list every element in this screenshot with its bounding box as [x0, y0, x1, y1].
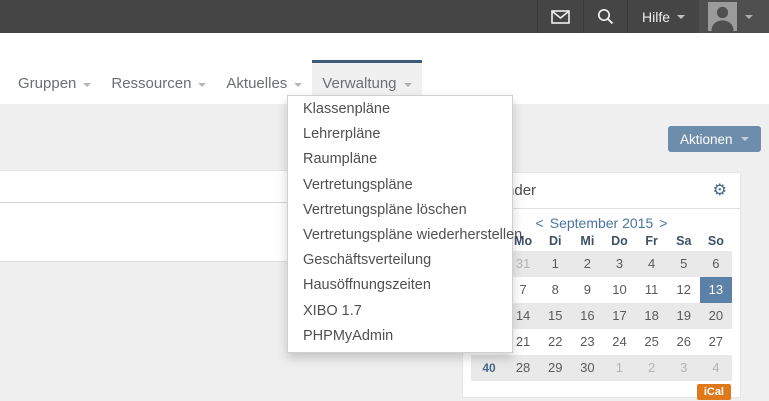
- gear-icon[interactable]: ⚙: [713, 183, 727, 199]
- calendar-day-cell[interactable]: 11: [636, 277, 668, 303]
- help-menu[interactable]: Hilfe: [628, 0, 699, 33]
- day-header: So: [700, 233, 732, 249]
- calendar-day-cell[interactable]: 25: [636, 329, 668, 355]
- calendar-day-cell[interactable]: 28: [507, 355, 539, 381]
- calendar-day-cell[interactable]: 1: [539, 251, 571, 277]
- calendar-day-cell[interactable]: 19: [668, 303, 700, 329]
- calendar-day-cell[interactable]: 13: [700, 277, 732, 303]
- avatar: [708, 2, 737, 31]
- dropdown-menu-item[interactable]: Lehrerpläne: [288, 122, 512, 147]
- dropdown-menu-item[interactable]: PHPMyAdmin: [288, 324, 512, 349]
- search-icon: [597, 8, 614, 25]
- week-number: 40: [471, 361, 507, 375]
- calendar-day-cell[interactable]: 10: [603, 277, 635, 303]
- dropdown-menu-item[interactable]: Vertretungspläne löschen: [288, 198, 512, 223]
- calendar-day-cell[interactable]: 2: [571, 251, 603, 277]
- chevron-down-icon: [198, 83, 206, 87]
- ical-button[interactable]: iCal: [697, 384, 731, 400]
- calendar-day-cell[interactable]: 24: [603, 329, 635, 355]
- mail-button[interactable]: [538, 0, 583, 33]
- search-button[interactable]: [584, 0, 627, 33]
- prev-month-button[interactable]: <: [536, 215, 544, 231]
- chevron-down-icon: [404, 83, 412, 87]
- nav-item-ressourcen[interactable]: Ressourcen: [101, 60, 216, 104]
- calendar-day-cell[interactable]: 16: [571, 303, 603, 329]
- help-label: Hilfe: [642, 9, 670, 25]
- calendar-day-cell[interactable]: 17: [603, 303, 635, 329]
- calendar-day-cell[interactable]: 12: [668, 277, 700, 303]
- chevron-down-icon: [677, 15, 685, 19]
- day-header: Mi: [571, 233, 603, 249]
- month-label: September 2015: [550, 215, 654, 231]
- mail-icon: [551, 10, 570, 24]
- verwaltung-dropdown-menu: KlassenpläneLehrerpläneRaumpläneVertretu…: [287, 95, 513, 353]
- dropdown-menu-item[interactable]: XIBO 1.7: [288, 299, 512, 324]
- day-header: Do: [603, 233, 635, 249]
- day-header: Fr: [636, 233, 668, 249]
- dropdown-menu-item[interactable]: Vertretungspläne: [288, 173, 512, 198]
- day-header: Sa: [668, 233, 700, 249]
- main-nav: Gruppen Ressourcen Aktuelles Verwaltung: [0, 33, 769, 104]
- dropdown-menu-item[interactable]: Hausöffnungszeiten: [288, 273, 512, 298]
- calendar-day-cell[interactable]: 2: [636, 355, 668, 381]
- dropdown-menu-item[interactable]: Vertretungspläne wiederherstellen: [288, 223, 512, 248]
- calendar-day-cell[interactable]: 3: [668, 355, 700, 381]
- calendar-day-cell[interactable]: 18: [636, 303, 668, 329]
- next-month-button[interactable]: >: [659, 215, 667, 231]
- dropdown-menu-item[interactable]: Geschäftsverteilung: [288, 248, 512, 273]
- chevron-down-icon: [745, 15, 753, 19]
- calendar-day-cell[interactable]: 30: [571, 355, 603, 381]
- nav-item-gruppen[interactable]: Gruppen: [8, 60, 101, 104]
- dropdown-menu-item[interactable]: Raumpläne: [288, 147, 512, 172]
- day-header: Di: [539, 233, 571, 249]
- chevron-down-icon: [294, 83, 302, 87]
- calendar-day-cell[interactable]: 23: [571, 329, 603, 355]
- calendar-day-cell[interactable]: 3: [603, 251, 635, 277]
- user-menu[interactable]: [699, 0, 769, 33]
- calendar-day-cell[interactable]: 9: [571, 277, 603, 303]
- calendar-day-cell[interactable]: 4: [636, 251, 668, 277]
- dropdown-menu-item[interactable]: Klassenpläne: [288, 97, 512, 122]
- aktionen-label: Aktionen: [680, 132, 733, 147]
- calendar-week-row: 40 2829301234: [471, 355, 732, 381]
- topbar: Hilfe: [0, 0, 769, 33]
- calendar-day-cell[interactable]: 20: [700, 303, 732, 329]
- calendar-day-cell[interactable]: 29: [539, 355, 571, 381]
- aktionen-button[interactable]: Aktionen: [668, 126, 761, 152]
- calendar-day-cell[interactable]: 4: [700, 355, 732, 381]
- chevron-down-icon: [83, 83, 91, 87]
- calendar-day-cell[interactable]: 8: [539, 277, 571, 303]
- chevron-down-icon: [741, 137, 749, 141]
- calendar-day-cell[interactable]: 5: [668, 251, 700, 277]
- calendar-day-cell[interactable]: 22: [539, 329, 571, 355]
- calendar-day-cell[interactable]: 1: [603, 355, 635, 381]
- calendar-day-cell[interactable]: 6: [700, 251, 732, 277]
- calendar-day-cell[interactable]: 15: [539, 303, 571, 329]
- calendar-day-cell[interactable]: 26: [668, 329, 700, 355]
- calendar-day-cell[interactable]: 27: [700, 329, 732, 355]
- ical-row: iCal: [471, 381, 732, 400]
